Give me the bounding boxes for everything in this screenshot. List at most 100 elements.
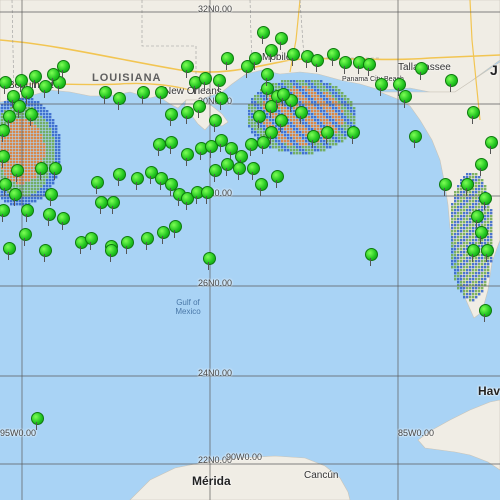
- heatmap-cell: [463, 275, 466, 278]
- map-marker[interactable]: [99, 86, 112, 104]
- map-marker[interactable]: [399, 90, 412, 108]
- map-marker[interactable]: [209, 114, 222, 132]
- map-view[interactable]: 32N0.00 30N0.00 28N0.00 26N0.00 24N0.00 …: [0, 0, 500, 500]
- map-marker[interactable]: [11, 164, 24, 182]
- map-marker[interactable]: [253, 110, 266, 128]
- marker-stem: [220, 144, 221, 152]
- marker-stem: [266, 92, 267, 100]
- map-marker[interactable]: [157, 226, 170, 244]
- map-marker[interactable]: [107, 196, 120, 214]
- map-marker[interactable]: [95, 196, 108, 214]
- map-marker[interactable]: [0, 204, 10, 222]
- map-marker[interactable]: [131, 172, 144, 190]
- heatmap-cell: [22, 146, 25, 149]
- map-marker[interactable]: [255, 178, 268, 196]
- map-marker[interactable]: [375, 78, 388, 96]
- map-marker[interactable]: [327, 48, 340, 66]
- map-marker[interactable]: [261, 68, 274, 86]
- map-marker[interactable]: [31, 412, 44, 430]
- map-marker[interactable]: [165, 108, 178, 126]
- map-marker[interactable]: [467, 106, 480, 124]
- heatmap-cell: [22, 134, 25, 137]
- map-marker[interactable]: [295, 106, 308, 124]
- map-marker[interactable]: [113, 168, 126, 186]
- map-marker[interactable]: [479, 304, 492, 322]
- map-marker[interactable]: [365, 248, 378, 266]
- heatmap-cell: [326, 89, 329, 92]
- map-marker[interactable]: [45, 188, 58, 206]
- map-marker[interactable]: [475, 226, 488, 244]
- map-marker[interactable]: [113, 92, 126, 110]
- heatmap-cell: [34, 191, 37, 194]
- map-marker[interactable]: [287, 48, 300, 66]
- map-marker[interactable]: [245, 138, 258, 156]
- map-marker[interactable]: [121, 236, 134, 254]
- map-marker[interactable]: [47, 68, 60, 86]
- heatmap-cell: [290, 83, 293, 86]
- map-marker[interactable]: [249, 52, 262, 70]
- map-marker[interactable]: [35, 162, 48, 180]
- map-marker[interactable]: [271, 170, 284, 188]
- map-marker[interactable]: [439, 178, 452, 196]
- map-marker[interactable]: [85, 232, 98, 250]
- map-marker[interactable]: [257, 26, 270, 44]
- marker-stem: [260, 188, 261, 196]
- map-marker[interactable]: [203, 252, 216, 270]
- heatmap-cell: [58, 143, 61, 146]
- map-marker[interactable]: [165, 136, 178, 154]
- map-marker[interactable]: [221, 158, 234, 176]
- map-marker[interactable]: [153, 138, 166, 156]
- map-marker[interactable]: [461, 178, 474, 196]
- map-marker[interactable]: [307, 130, 320, 148]
- heatmap-cell: [341, 104, 344, 107]
- map-marker[interactable]: [233, 162, 246, 180]
- heatmap-cell: [37, 101, 40, 104]
- map-marker[interactable]: [0, 124, 10, 142]
- map-marker[interactable]: [57, 212, 70, 230]
- map-marker[interactable]: [3, 242, 16, 260]
- map-marker[interactable]: [19, 228, 32, 246]
- map-marker[interactable]: [321, 126, 334, 144]
- map-marker[interactable]: [181, 106, 194, 124]
- map-marker[interactable]: [467, 244, 480, 262]
- map-marker[interactable]: [193, 100, 206, 118]
- map-marker[interactable]: [201, 186, 214, 204]
- map-marker[interactable]: [25, 108, 38, 126]
- heatmap-cell: [478, 185, 481, 188]
- green-map-pin-icon: [31, 412, 44, 425]
- map-marker[interactable]: [275, 32, 288, 50]
- map-marker[interactable]: [215, 92, 228, 110]
- map-marker[interactable]: [485, 136, 498, 154]
- heatmap-cell: [31, 200, 34, 203]
- map-marker[interactable]: [221, 52, 234, 70]
- map-marker[interactable]: [39, 244, 52, 262]
- map-marker[interactable]: [363, 58, 376, 76]
- map-marker[interactable]: [277, 88, 290, 106]
- map-marker[interactable]: [311, 54, 324, 72]
- map-marker[interactable]: [339, 56, 352, 74]
- map-marker[interactable]: [475, 158, 488, 176]
- map-marker[interactable]: [445, 74, 458, 92]
- map-marker[interactable]: [347, 126, 360, 144]
- map-marker[interactable]: [43, 208, 56, 226]
- heatmap-cell: [58, 146, 61, 149]
- map-marker[interactable]: [169, 220, 182, 238]
- map-marker[interactable]: [105, 244, 118, 262]
- map-marker[interactable]: [21, 204, 34, 222]
- map-marker[interactable]: [137, 86, 150, 104]
- map-marker[interactable]: [199, 72, 212, 90]
- marker-stem: [194, 86, 195, 94]
- map-marker[interactable]: [141, 232, 154, 250]
- map-marker[interactable]: [49, 162, 62, 180]
- map-marker[interactable]: [479, 192, 492, 210]
- map-marker[interactable]: [209, 164, 222, 182]
- map-marker[interactable]: [481, 244, 494, 262]
- map-marker[interactable]: [181, 148, 194, 166]
- map-marker[interactable]: [213, 74, 226, 92]
- map-marker[interactable]: [415, 62, 428, 80]
- map-marker[interactable]: [0, 150, 10, 168]
- map-marker[interactable]: [409, 130, 422, 148]
- map-marker[interactable]: [9, 188, 22, 206]
- map-marker[interactable]: [155, 86, 168, 104]
- map-marker[interactable]: [91, 176, 104, 194]
